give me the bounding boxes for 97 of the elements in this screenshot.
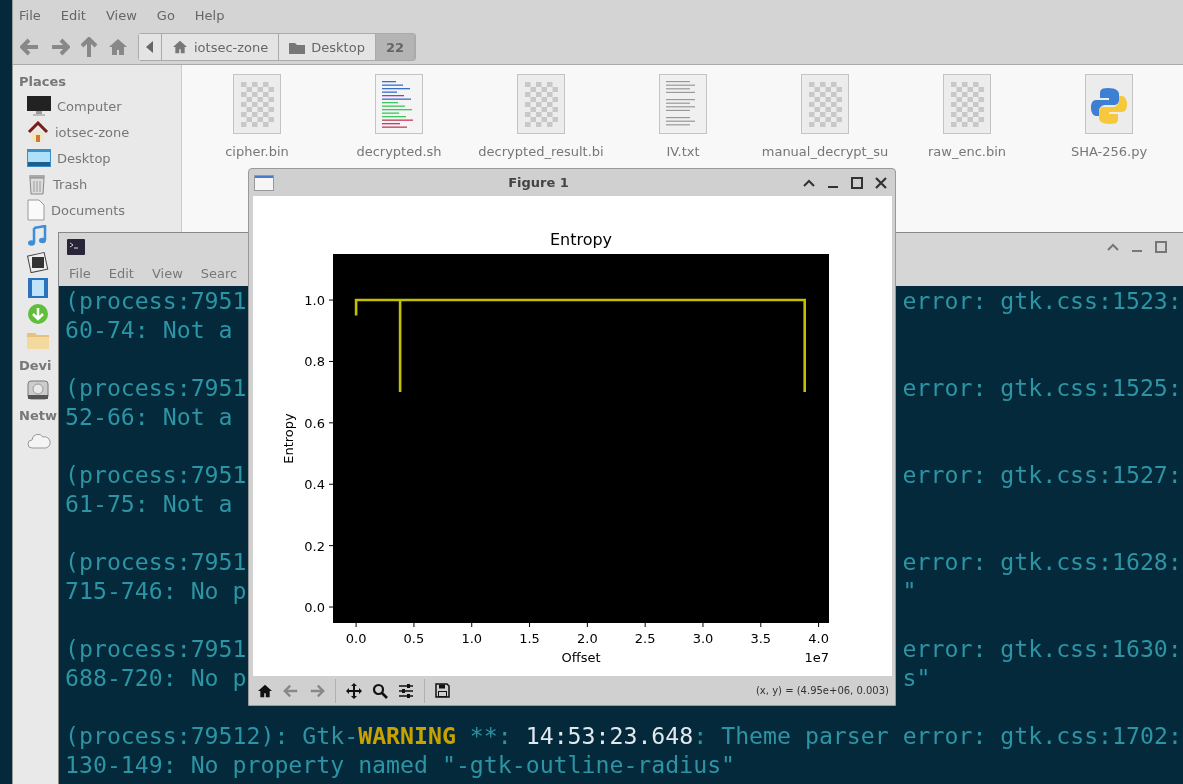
terminal-text: error: gtk.css:1525: — [902, 374, 1182, 401]
sidebar-heading: Netw — [19, 408, 57, 423]
film-icon[interactable] — [27, 277, 49, 299]
tick-label: 1.0 — [461, 631, 483, 646]
menu-item[interactable]: View — [151, 266, 183, 281]
tick-label: 0.0 — [304, 600, 325, 616]
tick-label: 0.5 — [403, 631, 425, 646]
folder-icon — [289, 40, 306, 54]
terminal-text: s" — [902, 664, 931, 691]
terminal-text: (process:7951 — [65, 548, 247, 575]
tick-label: 3.0 — [692, 631, 714, 646]
menu-item[interactable]: File — [19, 7, 41, 23]
hard-drive-icon[interactable] — [27, 379, 49, 401]
menu-item[interactable]: Searc — [200, 266, 238, 281]
terminal-text: 61-75: Not a — [65, 490, 233, 517]
home-icon[interactable] — [257, 683, 273, 698]
house-icon[interactable] — [27, 121, 49, 143]
terminal-text: (process:7951 — [65, 287, 247, 314]
terminal-text: (process:7951 — [65, 635, 247, 662]
zoom-icon[interactable] — [372, 682, 388, 699]
menu-item[interactable]: Help — [194, 7, 225, 23]
file-name[interactable]: SHA-256.py — [1070, 144, 1148, 159]
terminal-text: (process:7951 — [65, 461, 247, 488]
python-file-icon[interactable] — [1085, 74, 1133, 134]
tick-label: 4.0 — [808, 631, 829, 646]
text-file-icon[interactable] — [659, 74, 707, 134]
close-icon[interactable] — [875, 176, 887, 189]
sidebar-item[interactable]: iotsec-zone — [55, 124, 130, 140]
terminal-text: error: gtk.css:1628: — [902, 548, 1182, 575]
file-name[interactable]: IV.txt — [666, 144, 700, 159]
menu-item[interactable]: View — [105, 7, 137, 23]
file-name[interactable]: manual_decrypt_su — [761, 144, 889, 159]
file-name[interactable]: raw_enc.bin — [927, 144, 1007, 159]
tick-label: 0.6 — [304, 415, 325, 431]
sliders-icon[interactable] — [398, 682, 414, 699]
file-name[interactable]: decrypted.sh — [356, 144, 442, 159]
terminal-text: (process:7951 — [65, 374, 247, 401]
desktop-icon[interactable] — [27, 148, 51, 168]
file-name[interactable]: decrypted_result.bi — [478, 144, 604, 159]
save-icon[interactable] — [435, 683, 450, 698]
script-file-icon[interactable] — [375, 74, 423, 134]
terminal-text: " — [902, 577, 917, 604]
tick-label: 2.5 — [634, 631, 656, 646]
monitor-icon[interactable] — [27, 96, 51, 116]
tick-label: 0.2 — [304, 538, 325, 554]
terminal-text: error: gtk.css:1523: — [902, 287, 1182, 314]
sidebar-item[interactable]: Documents — [51, 202, 126, 218]
cloud-icon[interactable] — [27, 431, 51, 449]
sidebar-heading: Places — [19, 74, 67, 89]
tick-label: 1.5 — [519, 631, 540, 646]
terminal-text: 130-149: No property named "-gtk-outline-radius" — [65, 751, 736, 778]
download-icon[interactable] — [27, 303, 49, 325]
window-title: Figure 1 — [507, 175, 570, 190]
tick-label: 1.0 — [304, 293, 325, 309]
terminal-icon — [67, 239, 85, 255]
axis-label: Entropy — [281, 413, 296, 464]
terminal-text: error: gtk.css:1527: — [902, 461, 1182, 488]
home-icon — [172, 40, 188, 54]
maximize-icon[interactable] — [851, 176, 863, 189]
path-button[interactable]: 22 — [375, 34, 415, 60]
tick-label: 0.8 — [304, 354, 325, 370]
move-icon[interactable] — [346, 682, 362, 699]
menu-item[interactable]: Edit — [108, 266, 134, 281]
menu-item[interactable]: File — [69, 266, 91, 281]
terminal-text: 688-720: No p — [65, 664, 247, 691]
back-arrow-icon[interactable] — [20, 38, 40, 56]
tick-label: 2.0 — [577, 631, 598, 646]
menu-item[interactable]: Edit — [60, 7, 86, 23]
terminal-text: 60-74: Not a — [65, 316, 233, 343]
sidebar-item[interactable]: Trash — [53, 176, 88, 192]
menu-item[interactable]: Go — [156, 7, 175, 23]
caret-icon — [146, 41, 154, 53]
terminal-text: 715-746: No p — [65, 577, 247, 604]
terminal-text: (process:79512): Gtk-WARNING **: 14:53:23.648: Theme parser error: gtk.css:1702: — [65, 722, 1182, 749]
up-arrow-icon[interactable] — [80, 37, 98, 57]
axis-offset-label: 1e7 — [804, 650, 829, 665]
tick-label: 3.5 — [750, 631, 772, 646]
back-arrow-icon[interactable] — [283, 683, 299, 698]
shade-icon[interactable] — [803, 177, 815, 188]
scroll-left-button[interactable] — [139, 34, 162, 60]
photo-icon[interactable] — [27, 251, 49, 273]
sidebar-heading: Devi — [19, 358, 52, 373]
terminal-text: 52-66: Not a — [65, 403, 233, 430]
sidebar-item[interactable]: Desktop — [57, 150, 111, 166]
document-icon[interactable] — [27, 199, 45, 221]
file-name[interactable]: cipher.bin — [225, 144, 289, 159]
terminal-text: error: gtk.css:1630: — [902, 635, 1182, 662]
tick-label: 0.0 — [345, 631, 367, 646]
forward-arrow-icon[interactable] — [50, 38, 70, 56]
coordinates-readout: (x, y) = (4.95e+06, 0.003) — [755, 685, 889, 696]
tick-label: 0.4 — [304, 477, 325, 493]
forward-arrow-icon[interactable] — [309, 683, 325, 698]
sidebar-item[interactable]: Computer — [57, 98, 122, 114]
axis-label: Offset — [561, 650, 601, 665]
window-icon — [254, 174, 274, 191]
trash-icon[interactable] — [27, 173, 47, 195]
chart-title: Entropy — [549, 230, 613, 249]
